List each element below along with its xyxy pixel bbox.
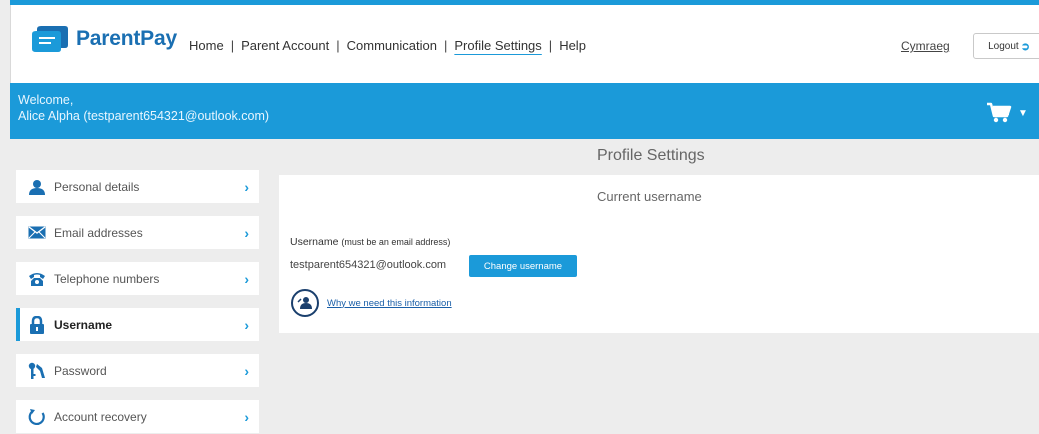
sidebar-item-email-addresses[interactable]: Email addresses ›	[16, 216, 259, 249]
sidebar-item-label: Telephone numbers	[54, 271, 160, 286]
welcome-line-2: Alice Alpha (testparent654321@outlook.co…	[18, 109, 270, 123]
shopping-cart-icon	[987, 102, 1012, 123]
sidebar-item-username[interactable]: Username ›	[16, 308, 259, 341]
language-link[interactable]: Cymraeg	[901, 39, 950, 53]
nav-separator: |	[443, 38, 448, 53]
refresh-icon	[22, 408, 52, 426]
info-person-icon	[291, 289, 319, 317]
chevron-right-icon: ›	[244, 363, 249, 379]
nav-profile-settings[interactable]: Profile Settings	[454, 38, 541, 53]
welcome-message: Welcome, Alice Alpha (testparent654321@o…	[18, 92, 269, 124]
username-panel: Current username Username (must be an em…	[279, 175, 1039, 333]
cart-button[interactable]: ▼	[986, 102, 1028, 124]
sidebar-item-label: Password	[54, 363, 107, 378]
keys-icon	[22, 362, 52, 380]
panel-title: Current username	[597, 189, 702, 204]
envelope-icon	[22, 226, 52, 239]
nav-parent-account[interactable]: Parent Account	[241, 38, 329, 53]
welcome-banner: Welcome, Alice Alpha (testparent654321@o…	[10, 83, 1039, 139]
chevron-right-icon: ›	[244, 179, 249, 195]
brand-name: ParentPay	[76, 27, 177, 50]
sidebar-item-label: Username	[54, 317, 113, 332]
chevron-right-icon: ›	[244, 409, 249, 425]
nav-separator: |	[230, 38, 235, 53]
chevron-right-icon: ›	[244, 225, 249, 241]
username-hint: (must be an email address)	[341, 237, 451, 247]
sidebar-item-label: Account recovery	[54, 409, 147, 424]
parentpay-logo[interactable]: ParentPay	[31, 25, 177, 53]
sidebar-item-telephone-numbers[interactable]: Telephone numbers ›	[16, 262, 259, 295]
welcome-line-1: Welcome,	[18, 93, 74, 107]
padlock-icon	[22, 315, 52, 334]
nav-separator: |	[336, 38, 340, 53]
username-label-text: Username	[290, 236, 339, 248]
site-header: ParentPay Home | Parent Account | Commun…	[10, 5, 1039, 83]
nav-help[interactable]: Help	[559, 38, 586, 53]
nav-communication[interactable]: Communication	[347, 38, 437, 53]
telephone-icon	[22, 271, 52, 287]
chevron-right-icon: ›	[244, 271, 249, 287]
main-nav: Home | Parent Account | Communication | …	[189, 38, 586, 53]
why-we-need-text: Why we need this information	[327, 297, 452, 309]
logout-icon: ➲	[1020, 40, 1030, 53]
page-title: Profile Settings	[597, 147, 705, 164]
username-label: Username (must be an email address)	[290, 236, 450, 248]
sidebar-item-label: Personal details	[54, 179, 140, 194]
sidebar-item-password[interactable]: Password ›	[16, 354, 259, 387]
change-username-button[interactable]: Change username	[469, 255, 577, 277]
why-we-need-link[interactable]: Why we need this information	[291, 289, 452, 317]
sidebar-item-label: Email addresses	[54, 225, 143, 240]
parentpay-logo-icon	[32, 26, 68, 52]
logout-label: Logout	[988, 40, 1019, 52]
cart-dropdown-icon: ▼	[1018, 107, 1028, 119]
username-value: testparent654321@outlook.com	[290, 259, 447, 271]
nav-home[interactable]: Home	[189, 38, 224, 53]
sidebar-item-account-recovery[interactable]: Account recovery ›	[16, 400, 259, 433]
chevron-right-icon: ›	[244, 317, 249, 333]
nav-separator: |	[548, 38, 553, 53]
profile-sidebar: Personal details › Email addresses › Tel…	[16, 170, 259, 434]
logout-button[interactable]: Logout ➲	[973, 33, 1039, 59]
person-icon	[22, 179, 52, 195]
sidebar-item-personal-details[interactable]: Personal details ›	[16, 170, 259, 203]
